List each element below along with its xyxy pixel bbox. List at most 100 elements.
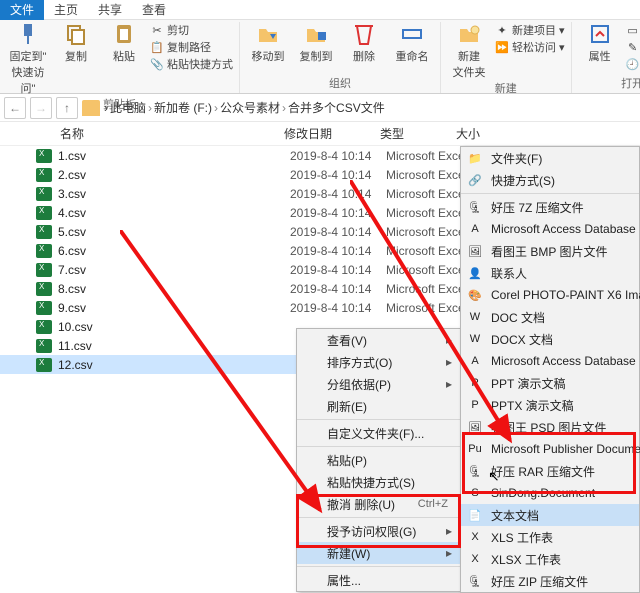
paste-button[interactable]: 粘贴 (102, 22, 146, 64)
file-date: 2019-8-4 10:14 (290, 225, 386, 239)
file-name: 10.csv (58, 320, 290, 334)
submenu-label: PPTX 演示文稿 (491, 397, 574, 414)
new-Microsoft-Access-Database[interactable]: AMicrosoft Access Database (461, 350, 639, 372)
file-date: 2019-8-4 10:14 (290, 187, 386, 201)
filetype-icon: A (467, 221, 483, 237)
submenu-label: XLSX 工作表 (491, 551, 561, 568)
ctx-view[interactable]: 查看(V)▸ (297, 329, 460, 351)
excel-icon (36, 301, 52, 315)
excel-icon (36, 282, 52, 296)
excel-icon (36, 358, 52, 372)
submenu-label: 好压 7Z 压缩文件 (491, 199, 584, 216)
filetype-icon: 📄 (467, 507, 483, 523)
file-name: 2.csv (58, 168, 290, 182)
ctx-customize[interactable]: 自定义文件夹(F)... (297, 422, 460, 444)
ctx-refresh[interactable]: 刷新(E) (297, 395, 460, 417)
col-name: 名称 (60, 125, 284, 142)
new-看图王-BMP-图片文件[interactable]: 🖼看图王 BMP 图片文件 (461, 240, 639, 262)
history-item[interactable]: 🕘历史记录 (626, 56, 640, 72)
new-Microsoft-Access-Database[interactable]: AMicrosoft Access Database (461, 218, 639, 240)
pin-button[interactable]: 固定到" 快速访问" (6, 22, 50, 96)
tab-file[interactable]: 文件 (0, 0, 44, 20)
new-看图王-PSD-图片文件[interactable]: 🖼看图王 PSD 图片文件 (461, 416, 639, 438)
new-好压-ZIP-压缩文件[interactable]: 🗜好压 ZIP 压缩文件 (461, 570, 639, 592)
new-好压-7Z-压缩文件[interactable]: 🗜好压 7Z 压缩文件 (461, 196, 639, 218)
properties-button[interactable]: 属性 (578, 22, 622, 64)
file-name: 6.csv (58, 244, 290, 258)
new-联系人[interactable]: 👤 联系人 (461, 262, 639, 284)
file-date: 2019-8-4 10:14 (290, 149, 386, 163)
new-文本文档[interactable]: 📄文本文档 (461, 504, 639, 526)
title-tabs: 文件 主页 共享 查看 (0, 0, 640, 20)
filetype-icon: 👤 (467, 265, 483, 281)
excel-icon (36, 320, 52, 334)
ctx-properties[interactable]: 属性... (297, 569, 460, 591)
file-date: 2019-8-4 10:14 (290, 263, 386, 277)
cursor-icon: ↖ (488, 468, 500, 485)
filetype-icon: W (467, 309, 483, 325)
tab-main[interactable]: 主页 (44, 0, 88, 20)
new-SinDong.Document[interactable]: SSinDong.Document (461, 482, 639, 504)
excel-icon (36, 225, 52, 239)
filetype-icon: 🖼 (467, 243, 483, 259)
edit-item[interactable]: ✎编辑 (626, 39, 640, 55)
copypath-item[interactable]: 📋复制路径 (150, 39, 233, 55)
excel-icon (36, 187, 52, 201)
excel-icon (36, 206, 52, 220)
ctx-grant-access[interactable]: 授予访问权限(G)▸ (297, 520, 460, 542)
copyto-button[interactable]: 复制到 (294, 22, 338, 64)
file-name: 9.csv (58, 301, 290, 315)
new-PPT-演示文稿[interactable]: PPPT 演示文稿 (461, 372, 639, 394)
ctx-undo[interactable]: 撤消 删除(U)Ctrl+Z (297, 493, 460, 515)
newitem-item[interactable]: ✦新建项目 ▾ (495, 22, 565, 38)
copy-button[interactable]: 复制 (54, 22, 98, 64)
delete-button[interactable]: 删除 (342, 22, 386, 64)
excel-icon (36, 168, 52, 182)
nav-forward[interactable]: → (30, 97, 52, 119)
ctx-sort[interactable]: 排序方式(O)▸ (297, 351, 460, 373)
new-快捷方式(S)[interactable]: 🔗快捷方式(S) (461, 169, 639, 191)
new-XLSX-工作表[interactable]: XXLSX 工作表 (461, 548, 639, 570)
filetype-icon: P (467, 375, 483, 391)
file-date: 2019-8-4 10:14 (290, 168, 386, 182)
submenu-label: 好压 RAR 压缩文件 (491, 463, 595, 480)
cut-item[interactable]: ✂剪切 (150, 22, 233, 38)
rename-button[interactable]: 重命名 (390, 22, 434, 64)
easyaccess-item[interactable]: ⏩轻松访问 ▾ (495, 39, 565, 55)
file-name: 7.csv (58, 263, 290, 277)
pasteshortcut-item[interactable]: 📎粘贴快捷方式 (150, 56, 233, 72)
new-DOC-文档[interactable]: W DOC 文档 (461, 306, 639, 328)
ribbon: 固定到" 快速访问" 复制 粘贴 ✂剪切 📋复制路径 📎粘贴快捷方式 剪贴板 移… (0, 20, 640, 94)
ctx-group[interactable]: 分组依据(P)▸ (297, 373, 460, 395)
new-PPTX-演示文稿[interactable]: PPPTX 演示文稿 (461, 394, 639, 416)
new-DOCX-文档[interactable]: WDOCX 文档 (461, 328, 639, 350)
new-XLS-工作表[interactable]: XXLS 工作表 (461, 526, 639, 548)
new-文件夹(F)[interactable]: 📁文件夹(F) (461, 147, 639, 169)
tab-view[interactable]: 查看 (132, 0, 176, 20)
excel-icon (36, 339, 52, 353)
moveto-button[interactable]: 移动到 (246, 22, 290, 64)
nav-up[interactable]: ↑ (56, 97, 78, 119)
file-date: 2019-8-4 10:14 (290, 244, 386, 258)
submenu-label: 联系人 (491, 265, 527, 282)
file-date: 2019-8-4 10:14 (290, 301, 386, 315)
nav-back[interactable]: ← (4, 97, 26, 119)
file-date: 2019-8-4 10:14 (290, 206, 386, 220)
new-Microsoft-Publisher-Document[interactable]: PuMicrosoft Publisher Document (461, 438, 639, 460)
breadcrumb[interactable]: ›此电脑› 新加卷 (F:)› 公众号素材› 合并多个CSV文件 (104, 99, 385, 116)
submenu-label: DOCX 文档 (491, 331, 553, 348)
submenu-label: XLS 工作表 (491, 529, 553, 546)
filetype-icon: Pu (467, 441, 483, 457)
open-item[interactable]: ▭打开 ▾ (626, 22, 640, 38)
tab-share[interactable]: 共享 (88, 0, 132, 20)
col-date: 修改日期 (284, 125, 380, 142)
column-headers[interactable]: 名称 修改日期 类型 大小 (0, 122, 640, 146)
filetype-icon: A (467, 353, 483, 369)
folder-icon (82, 100, 100, 116)
ctx-paste[interactable]: 粘贴(P) (297, 449, 460, 471)
submenu-label: DOC 文档 (491, 309, 545, 326)
ctx-paste-shortcut[interactable]: 粘贴快捷方式(S) (297, 471, 460, 493)
new-Corel-PHOTO-PAINT-X6-Image[interactable]: 🎨Corel PHOTO-PAINT X6 Image (461, 284, 639, 306)
newfolder-button[interactable]: 新建 文件夹 (447, 22, 491, 80)
ctx-new[interactable]: 新建(W)▸ (297, 542, 460, 564)
